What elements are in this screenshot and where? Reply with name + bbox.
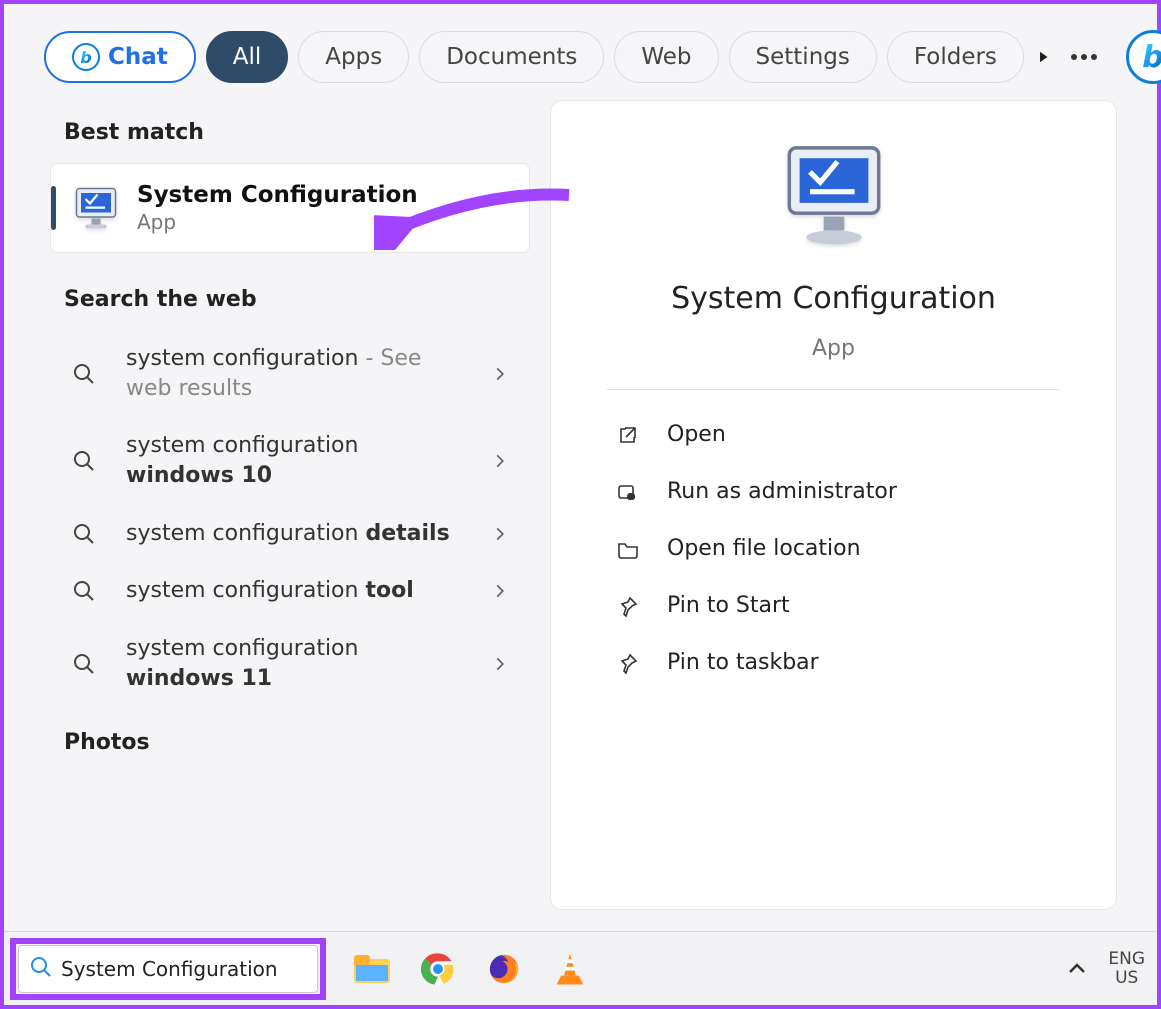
web-result-row[interactable]: system configuration - See web results (50, 330, 530, 417)
best-match-title: System Configuration (137, 182, 418, 208)
pin-icon (613, 594, 643, 618)
filter-documents-label: Documents (446, 44, 577, 70)
filter-documents[interactable]: Documents (419, 31, 604, 83)
search-icon (60, 522, 108, 546)
more-options-button[interactable] (1062, 35, 1106, 79)
filter-web-label: Web (641, 44, 691, 70)
search-icon (29, 955, 53, 983)
panel-app-icon (779, 141, 889, 255)
language-bottom: US (1108, 969, 1145, 988)
bing-icon: b (72, 43, 100, 71)
web-results-list: system configuration - See web results sy… (50, 330, 530, 708)
search-icon (60, 362, 108, 386)
action-open-location-label: Open file location (667, 536, 861, 561)
action-pin-taskbar[interactable]: Pin to taskbar (607, 634, 1060, 691)
chrome-icon[interactable] (418, 949, 458, 989)
bing-badge-icon[interactable]: b (1126, 30, 1161, 84)
best-match-subtitle: App (137, 210, 418, 234)
filter-chat[interactable]: b Chat (44, 31, 196, 83)
filter-all[interactable]: All (206, 31, 289, 83)
section-best-match: Best match (64, 120, 530, 145)
system-configuration-icon (71, 183, 121, 233)
action-open[interactable]: Open (607, 406, 1060, 463)
folder-icon (613, 537, 643, 561)
filter-chat-label: Chat (108, 44, 168, 70)
web-result-text: system configuration - See web results (126, 344, 462, 403)
panel-divider (607, 389, 1060, 390)
search-filter-bar: b Chat All Apps Documents Web Settings F… (4, 4, 1157, 100)
search-icon (60, 579, 108, 603)
panel-title: System Configuration (671, 281, 996, 316)
taskbar-search-input[interactable] (61, 957, 310, 981)
action-run-admin[interactable]: Run as administrator (607, 463, 1060, 520)
admin-icon (613, 480, 643, 504)
details-panel: System Configuration App Open Run as adm… (550, 100, 1117, 910)
filter-settings-label: Settings (756, 44, 850, 70)
best-match-result[interactable]: System Configuration App (50, 163, 530, 253)
chevron-right-icon (480, 657, 520, 671)
chevron-right-icon (480, 367, 520, 381)
results-column: Best match System Configuration App Sear… (50, 100, 530, 910)
language-top: ENG (1108, 950, 1145, 969)
web-result-row[interactable]: system configuration windows 10 (50, 417, 530, 504)
web-result-row[interactable]: system configuration details (50, 505, 530, 563)
web-result-row[interactable]: system configuration windows 11 (50, 620, 530, 707)
chevron-right-icon (480, 584, 520, 598)
taskbar-search-highlight (10, 938, 326, 1000)
search-icon (60, 652, 108, 676)
filters-overflow-arrow[interactable] (1034, 35, 1052, 79)
web-result-text: system configuration windows 10 (126, 431, 462, 490)
section-photos: Photos (64, 730, 530, 755)
search-icon (60, 449, 108, 473)
filter-all-label: All (233, 44, 262, 70)
filter-folders[interactable]: Folders (887, 31, 1024, 83)
open-icon (613, 423, 643, 447)
action-run-admin-label: Run as administrator (667, 479, 897, 504)
action-open-label: Open (667, 422, 726, 447)
taskbar-search[interactable] (18, 945, 318, 993)
language-indicator[interactable]: ENG US (1108, 950, 1145, 987)
pin-icon (613, 651, 643, 675)
filter-folders-label: Folders (914, 44, 997, 70)
tray-overflow-button[interactable] (1068, 959, 1086, 979)
filter-apps-label: Apps (325, 44, 382, 70)
panel-subtitle: App (812, 336, 855, 361)
web-result-text: system configuration tool (126, 576, 462, 606)
taskbar: ENG US (4, 931, 1157, 1005)
web-result-row[interactable]: system configuration tool (50, 562, 530, 620)
chevron-right-icon (480, 454, 520, 468)
section-search-web: Search the web (64, 287, 530, 312)
action-pin-start[interactable]: Pin to Start (607, 577, 1060, 634)
action-pin-taskbar-label: Pin to taskbar (667, 650, 819, 675)
vlc-icon[interactable] (550, 949, 590, 989)
action-open-location[interactable]: Open file location (607, 520, 1060, 577)
file-explorer-icon[interactable] (352, 949, 392, 989)
filter-settings[interactable]: Settings (729, 31, 877, 83)
web-result-text: system configuration windows 11 (126, 634, 462, 693)
action-pin-start-label: Pin to Start (667, 593, 790, 618)
taskbar-pinned-apps (352, 949, 590, 989)
chevron-right-icon (480, 527, 520, 541)
web-result-text: system configuration details (126, 519, 462, 549)
firefox-icon[interactable] (484, 949, 524, 989)
filter-apps[interactable]: Apps (298, 31, 409, 83)
filter-web[interactable]: Web (614, 31, 718, 83)
